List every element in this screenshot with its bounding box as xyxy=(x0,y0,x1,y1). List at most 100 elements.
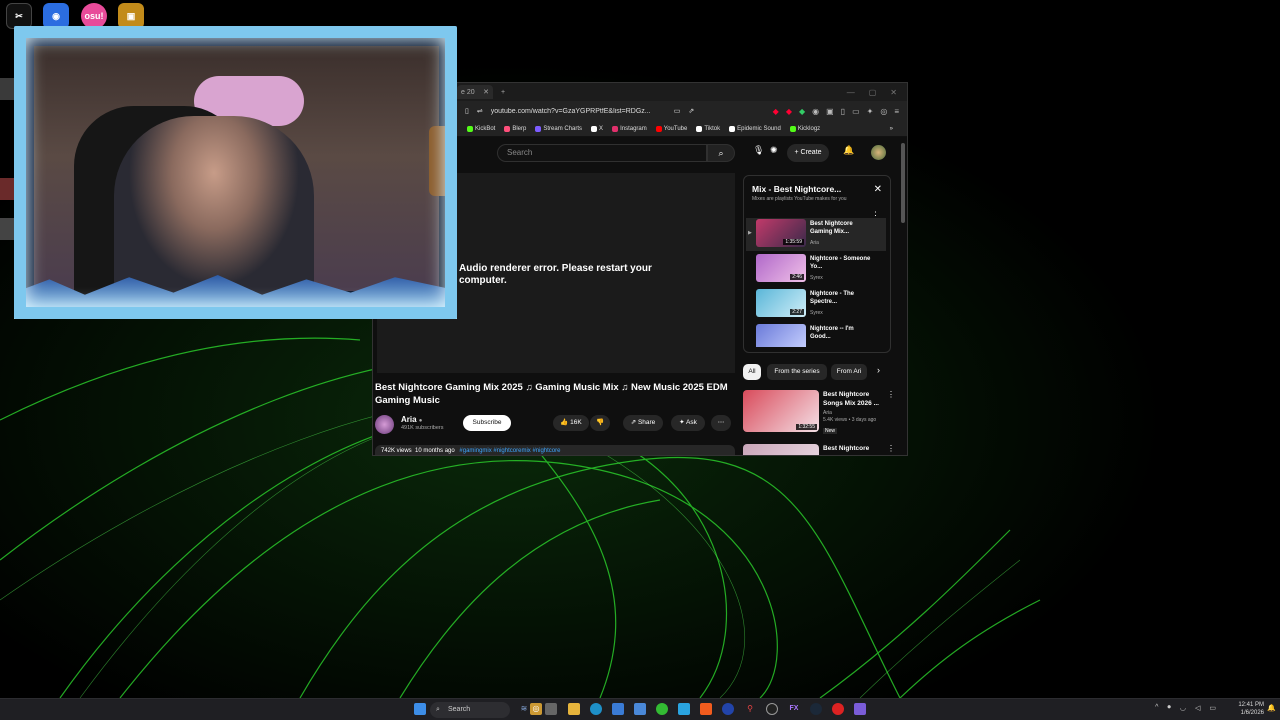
verified-icon: ● xyxy=(418,418,423,424)
bookmark-youtube[interactable]: YouTube xyxy=(655,125,687,132)
share-page-icon[interactable]: ⇗ xyxy=(688,107,694,115)
taskbar-search[interactable]: ⌕ Search xyxy=(430,702,510,718)
bookmark-tiktok[interactable]: Tiktok xyxy=(696,125,720,132)
search-input[interactable]: Search xyxy=(497,144,707,162)
maps-icon[interactable]: ⚲ xyxy=(744,703,756,715)
bookmark-x[interactable]: X xyxy=(591,125,603,132)
extension-icon[interactable]: ◆ xyxy=(773,107,779,116)
battery-icon[interactable]: ▭ xyxy=(1209,704,1216,712)
subscribe-button[interactable]: Subscribe xyxy=(463,415,511,431)
xbox-icon[interactable] xyxy=(656,703,668,715)
bookmark-kicklogz[interactable]: Kicklogz xyxy=(789,125,820,132)
app-icon[interactable] xyxy=(722,703,734,715)
hashtags[interactable]: #gamingmix #nightcoremix #nightcore xyxy=(459,448,560,454)
chip-from-channel[interactable]: From Ari xyxy=(831,364,867,380)
url-field[interactable]: youtube.com/watch?v=GzaYGPRPtfE&list=RDG… xyxy=(491,108,666,115)
volume-icon[interactable]: ◁ xyxy=(1195,704,1200,712)
tab-close-icon[interactable]: ✕ xyxy=(483,88,489,96)
mix-item[interactable]: ▶ 1:35:59 Best Nightcore Gaming Mix... A… xyxy=(746,218,886,251)
file-explorer-icon[interactable] xyxy=(568,703,580,715)
share-button[interactable]: ⇗ Share xyxy=(623,415,663,431)
video-description[interactable]: 742K views 10 months ago #gamingmix #nig… xyxy=(375,445,735,455)
fx-icon[interactable]: FX xyxy=(788,703,800,715)
extension-icon[interactable]: ◆ xyxy=(799,107,805,116)
bookmark-stream-charts[interactable]: Stream Charts xyxy=(535,125,582,132)
kicklogz-icon xyxy=(789,125,796,132)
more-vert-icon[interactable]: ⋮ xyxy=(887,444,893,453)
notifications-bell-icon[interactable]: 🔔 xyxy=(843,145,854,156)
chip-all[interactable]: All xyxy=(743,364,761,380)
ai-icon[interactable]: ✺ xyxy=(770,145,778,156)
windows-start-icon[interactable] xyxy=(414,703,426,715)
scrollbar[interactable] xyxy=(901,143,905,223)
split-icon[interactable]: ▭ xyxy=(852,107,860,116)
microphone-icon[interactable]: 🎙 xyxy=(753,145,764,156)
instagram-icon xyxy=(612,125,619,132)
channel-name[interactable]: Aria ● xyxy=(401,415,422,424)
puzzle-icon[interactable]: ✦ xyxy=(867,107,874,116)
store-icon[interactable] xyxy=(612,703,624,715)
minimize-icon[interactable]: — xyxy=(847,88,855,97)
bookmark-kickbot[interactable]: KickBot xyxy=(467,125,495,132)
bookmark-icon[interactable]: ▯ xyxy=(465,107,469,115)
bookmark-blerp[interactable]: Blerp xyxy=(504,125,527,132)
recommendation-title: Best Nightcore xyxy=(823,445,870,452)
copilot-icon[interactable]: ◎ xyxy=(530,703,542,715)
ice-frame xyxy=(14,26,457,319)
recommendation-item[interactable]: Best Nightcore ⋮ xyxy=(743,444,893,455)
chevron-up-icon[interactable]: ^ xyxy=(1155,704,1158,712)
bookmark-instagram[interactable]: Instagram xyxy=(612,125,647,132)
chip-from-series[interactable]: From the series xyxy=(767,364,827,380)
stream-charts-icon xyxy=(535,125,542,132)
obs-icon[interactable] xyxy=(766,703,778,715)
mix-duration: 2:27 xyxy=(790,309,804,315)
create-button[interactable]: + Create xyxy=(787,144,829,162)
task-view-icon[interactable] xyxy=(545,703,557,715)
like-button[interactable]: 👍 16K xyxy=(553,415,589,431)
browser-tab[interactable]: e 20 ✕ xyxy=(457,85,493,99)
notification-bell-icon[interactable]: 🔔 xyxy=(1267,704,1276,712)
extension-icon[interactable]: ◆ xyxy=(786,107,792,116)
site-info-icon[interactable]: ⇌ xyxy=(477,107,483,115)
avatar[interactable] xyxy=(871,145,886,160)
more-vert-icon[interactable]: ⋮ xyxy=(887,390,895,399)
app-icon[interactable] xyxy=(678,703,690,715)
kickbot-icon xyxy=(467,125,473,132)
sidebar-icon[interactable]: ▯ xyxy=(841,107,845,116)
mix-item[interactable]: 2:46 Nightcore - Someone Yo... Syrex xyxy=(746,253,886,286)
recommendation-stats: 5.4K views • 3 days ago xyxy=(823,417,877,423)
mic-icon[interactable]: ⏺ xyxy=(1167,704,1171,712)
channel-avatar[interactable] xyxy=(375,415,394,434)
clock[interactable]: 12:41 PM 1/6/2026 xyxy=(1238,701,1264,717)
chevron-right-icon[interactable]: › xyxy=(877,365,880,375)
more-bookmarks-icon[interactable]: » xyxy=(890,126,893,132)
ask-button[interactable]: ✦ Ask xyxy=(671,415,705,431)
edge-icon[interactable] xyxy=(590,703,602,715)
dislike-button[interactable]: 👎 xyxy=(590,415,610,431)
close-icon[interactable]: ✕ xyxy=(874,184,882,195)
mix-item[interactable]: Nightcore -- I'm Good... xyxy=(746,323,886,347)
more-actions-icon[interactable]: ⋯ xyxy=(711,415,731,431)
app-icon[interactable] xyxy=(634,703,646,715)
bookmark-epidemic-sound[interactable]: Epidemic Sound xyxy=(729,125,781,132)
pip-icon[interactable]: ▭ xyxy=(674,107,681,115)
search-icon[interactable]: ⌕ xyxy=(707,144,735,162)
mix-title[interactable]: Mix - Best Nightcore... xyxy=(752,184,841,194)
extension-icon[interactable]: ▣ xyxy=(826,107,834,116)
new-tab-button[interactable]: + xyxy=(501,89,505,96)
recommendation-item[interactable]: 1:32:55 Best Nightcore Songs Mix 2026 ..… xyxy=(743,390,895,440)
wifi-icon[interactable]: ◡ xyxy=(1180,704,1186,712)
now-playing-icon: ▶ xyxy=(748,230,752,236)
wallet-icon[interactable]: ◎ xyxy=(880,107,887,116)
brave-icon[interactable] xyxy=(700,703,712,715)
mix-item[interactable]: 2:27 Nightcore - The Spectre... Syrex xyxy=(746,288,886,321)
steam-icon[interactable] xyxy=(810,703,822,715)
menu-icon[interactable]: ≡ xyxy=(894,107,899,116)
maximize-icon[interactable]: ▢ xyxy=(869,88,877,97)
bookmark-label: Blerp xyxy=(512,125,527,132)
calculator-icon[interactable] xyxy=(854,703,866,715)
extension-icon[interactable]: ◉ xyxy=(812,107,819,116)
record-icon[interactable] xyxy=(832,703,844,715)
close-icon[interactable]: ✕ xyxy=(890,88,897,97)
widgets-icon[interactable]: ≋ xyxy=(518,703,530,715)
